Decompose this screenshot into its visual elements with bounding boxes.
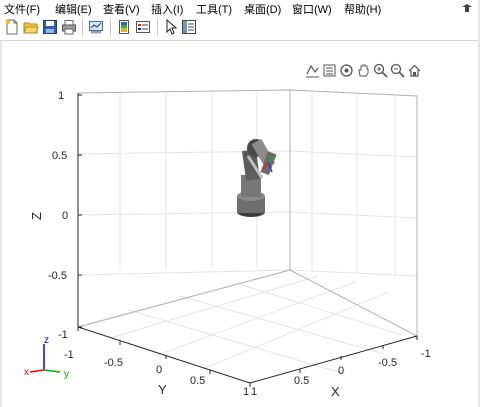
grid-lines — [77, 90, 418, 375]
robot-arm-model — [237, 138, 277, 217]
y-tick-label: 0 — [156, 364, 162, 376]
triad-y-label: y — [64, 369, 69, 380]
z-tick-label: 0.5 — [52, 150, 67, 162]
axis-lines — [77, 93, 418, 387]
x-tick-label: 0.5 — [294, 375, 309, 387]
z-tick-label: -1 — [58, 329, 68, 341]
x-tick-label: 0 — [338, 365, 344, 377]
y-tick-label: -0.5 — [104, 357, 123, 369]
tick-labels: 1 0.5 0 -0.5 -1 -1 -0.5 0 0.5 1 1 0.5 0 … — [48, 90, 431, 398]
axes-triad: z x y — [24, 335, 69, 380]
x-tick-label: -0.5 — [378, 357, 397, 369]
y-tick-label: -1 — [64, 349, 74, 361]
z-axis-label: Z — [29, 212, 44, 220]
axes-3d[interactable]: 1 0.5 0 -0.5 -1 -1 -0.5 0 0.5 1 1 0.5 0 … — [0, 0, 480, 407]
z-tick-label: 0 — [62, 210, 68, 222]
z-tick-label: -0.5 — [48, 270, 67, 282]
y-tick-label: 1 — [243, 386, 249, 398]
triad-x-label: x — [24, 367, 29, 378]
x-tick-label: -1 — [421, 348, 431, 360]
y-axis-label: Y — [158, 382, 167, 397]
z-tick-label: 1 — [58, 90, 64, 102]
x-tick-label: 1 — [251, 386, 257, 398]
y-tick-label: 0.5 — [190, 375, 205, 387]
triad-z-label: z — [44, 335, 49, 346]
x-axis-label: X — [331, 384, 340, 399]
